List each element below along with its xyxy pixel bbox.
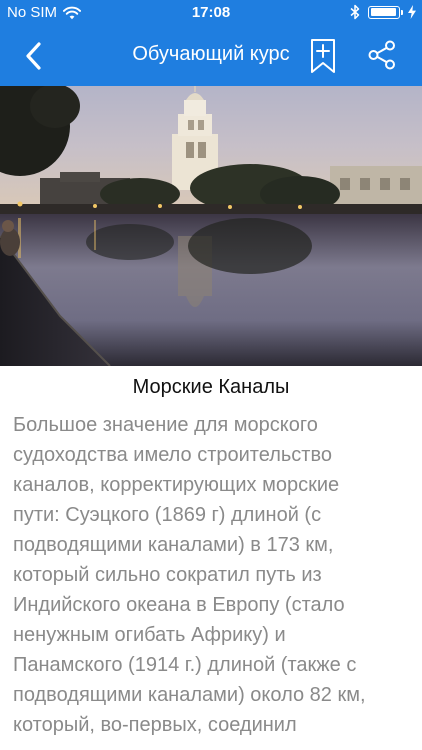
add-bookmark-button[interactable] bbox=[310, 38, 336, 74]
nav-bar: Обучающий курс bbox=[0, 26, 422, 86]
article-body-line: каналов, корректирующих морские bbox=[13, 474, 340, 496]
battery-icon bbox=[368, 5, 403, 19]
top-bar: No SIM 17:08 Обучающий курс bbox=[0, 0, 422, 86]
share-button[interactable] bbox=[366, 39, 398, 71]
status-right bbox=[350, 4, 416, 20]
canal-photo bbox=[0, 86, 422, 366]
battery-level-fill bbox=[370, 8, 396, 16]
article-title: Морские Каналы bbox=[132, 376, 290, 398]
nav-title: Обучающий курс bbox=[132, 43, 290, 65]
article-body: Большое значение для морского судоходства… bbox=[13, 410, 413, 740]
article-body-line: подводящими каналами) около 82 км, bbox=[13, 684, 366, 706]
article-body-line: судоходства имело строительство bbox=[13, 444, 332, 466]
status-bar: No SIM 17:08 bbox=[0, 0, 422, 26]
bookmark-add-icon bbox=[311, 39, 335, 73]
bluetooth-icon bbox=[350, 4, 360, 20]
article-body-line: ненужным огибать Африку) и bbox=[13, 624, 286, 646]
app-screen: No SIM 17:08 Обучающий курс Морские Кана… bbox=[0, 0, 422, 750]
share-icon bbox=[368, 40, 395, 70]
article-body-line: Панамского (1914 г.) длиной (также с bbox=[13, 654, 357, 676]
canal-photo-image bbox=[0, 86, 422, 366]
article-body-line: который, во-первых, соединил bbox=[13, 714, 297, 736]
article-body-line: Большое значение для морского bbox=[13, 414, 318, 436]
article-body-line: Индийского океана в Европу (стало bbox=[13, 594, 345, 616]
article-body-line: подводящими каналами) в 173 км, bbox=[13, 534, 334, 556]
article-body-line: который сильно сократил путь из bbox=[13, 564, 322, 586]
article-body-line: пути: Суэцкого (1869 г) длиной (с bbox=[13, 504, 322, 526]
charging-icon bbox=[408, 5, 416, 19]
